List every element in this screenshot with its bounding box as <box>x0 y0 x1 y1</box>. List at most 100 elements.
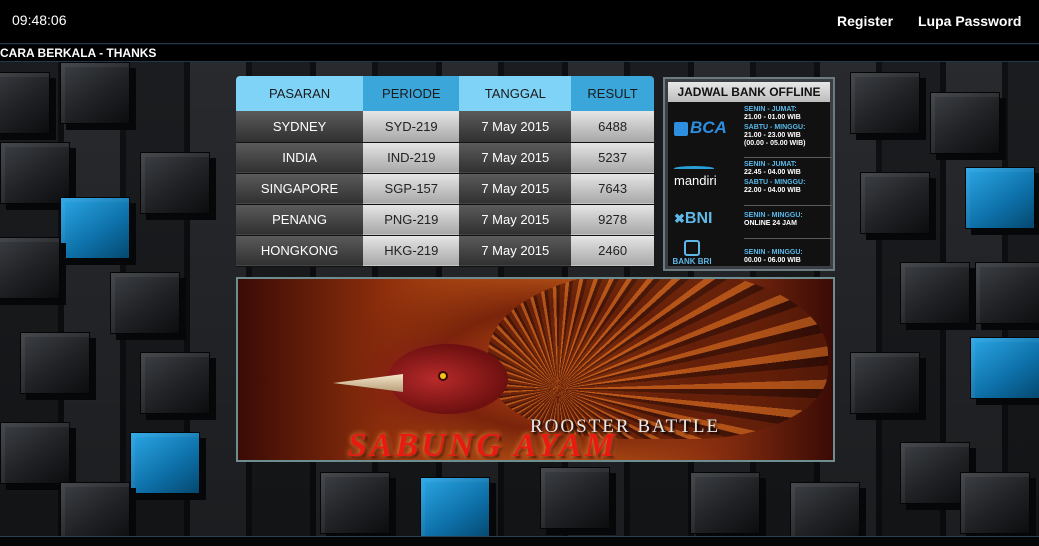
bca-logo-text: BCA <box>690 118 727 137</box>
bri-logo-icon: BANK BRI <box>672 240 712 266</box>
mandiri-hours: SENIN - JUMAT: 22.45 - 04.00 WIB SABTU -… <box>744 161 805 195</box>
rooster-beak-image <box>333 374 403 392</box>
background-cube <box>970 337 1039 399</box>
bank-row-bri: BANK BRI SENIN - MINGGU: 00.00 - 06.00 W… <box>668 240 830 268</box>
banner-title: SABUNG AYAM <box>348 427 619 462</box>
cell-tanggal: 7 May 2015 <box>459 173 572 205</box>
bank-time: (00.00 - 05.00 WIB) <box>744 140 806 147</box>
sabung-ayam-banner[interactable]: ROOSTER BATTLE SABUNG AYAM <box>236 277 835 462</box>
bank-day: SENIN - MINGGU: <box>744 249 803 256</box>
bca-hours: SENIN - JUMAT: 21.00 - 01.00 WIB SABTU -… <box>744 106 805 148</box>
bank-schedule-panel: JADWAL BANK OFFLINE BCA SENIN - JUMAT: 2… <box>663 77 835 271</box>
bank-divider <box>744 205 832 206</box>
cell-pasaran: SINGAPORE <box>236 173 364 205</box>
bank-day: SENIN - MINGGU: <box>744 212 803 219</box>
bank-day: SABTU - MINGGU: <box>744 179 806 186</box>
bca-logo-icon: BCA <box>674 118 727 138</box>
background-cube <box>860 172 930 234</box>
background-cube <box>140 352 210 414</box>
bank-day: SENIN - JUMAT: <box>744 106 797 113</box>
result-table: PASARAN PERIODE TANGGAL RESULT SYDNEY SY… <box>236 76 654 270</box>
rooster-eye-image <box>438 371 448 381</box>
footer-strip <box>0 536 1039 546</box>
background-cube <box>850 72 920 134</box>
bank-day: SABTU - MINGGU: <box>744 124 806 131</box>
bank-day: SENIN - JUMAT: <box>744 161 797 168</box>
cell-result: 6488 <box>571 111 654 143</box>
cell-periode: SYD-219 <box>363 111 460 143</box>
bank-time: 22.45 - 04.00 WIB <box>744 169 801 176</box>
background-cube <box>0 422 70 484</box>
bank-time: 21.00 - 23.00 WIB <box>744 132 801 139</box>
rooster-feathers-image <box>488 279 828 439</box>
bri-hours: SENIN - MINGGU: 00.00 - 06.00 WIB <box>744 249 803 265</box>
cell-result: 9278 <box>571 204 654 236</box>
cell-periode: IND-219 <box>363 142 460 174</box>
cell-tanggal: 7 May 2015 <box>459 142 572 174</box>
background-cube <box>130 432 200 494</box>
table-row: HONGKONG HKG-219 7 May 2015 2460 <box>236 235 654 267</box>
background-cube <box>900 262 970 324</box>
bank-time: 22.00 - 04.00 WIB <box>744 187 801 194</box>
background-cube <box>60 62 130 124</box>
background-cube <box>965 167 1035 229</box>
cell-result: 5237 <box>571 142 654 174</box>
bank-schedule-body: JADWAL BANK OFFLINE BCA SENIN - JUMAT: 2… <box>668 82 832 268</box>
mandiri-logo-icon: mandiri <box>674 166 717 188</box>
cell-result: 7643 <box>571 173 654 205</box>
column-header-result: RESULT <box>571 76 654 111</box>
bni-hours: SENIN - MINGGU: ONLINE 24 JAM <box>744 212 803 228</box>
cell-pasaran: SYDNEY <box>236 111 364 143</box>
table-row: SYDNEY SYD-219 7 May 2015 6488 <box>236 111 654 143</box>
table-row: SINGAPORE SGP-157 7 May 2015 7643 <box>236 173 654 205</box>
table-header-row: PASARAN PERIODE TANGGAL RESULT <box>236 76 654 111</box>
background-cube <box>420 477 490 539</box>
register-link[interactable]: Register <box>837 13 893 29</box>
bank-time: 21.00 - 01.00 WIB <box>744 114 801 121</box>
bank-row-bni: ✖BNI SENIN - MINGGU: ONLINE 24 JAM <box>668 208 830 236</box>
bni-logo-text: BNI <box>684 210 713 227</box>
bank-time: 00.00 - 06.00 WIB <box>744 257 801 264</box>
background-cube <box>540 467 610 529</box>
background-cube <box>690 472 760 534</box>
bri-logo-text: BANK BRI <box>672 257 712 266</box>
cell-tanggal: 7 May 2015 <box>459 235 572 267</box>
background-cube <box>790 482 860 544</box>
marquee-bar: CARA BERKALA - THANKS <box>0 45 1039 62</box>
lupa-password-link[interactable]: Lupa Password <box>918 13 1021 29</box>
cell-tanggal: 7 May 2015 <box>459 204 572 236</box>
top-bar: 09:48:06 Register Lupa Password <box>0 0 1039 44</box>
background-cube <box>0 237 60 299</box>
cell-pasaran: PENANG <box>236 204 364 236</box>
cell-periode: HKG-219 <box>363 235 460 267</box>
cell-pasaran: INDIA <box>236 142 364 174</box>
bank-row-bca: BCA SENIN - JUMAT: 21.00 - 01.00 WIB SAB… <box>668 104 830 154</box>
cell-tanggal: 7 May 2015 <box>459 111 572 143</box>
background-cube <box>975 262 1039 324</box>
bank-divider <box>744 157 832 158</box>
background-cube <box>0 142 70 204</box>
background-cube <box>60 482 130 544</box>
table-row: PENANG PNG-219 7 May 2015 9278 <box>236 204 654 236</box>
background-cube <box>960 472 1030 534</box>
rooster-head-image <box>388 344 508 414</box>
cell-result: 2460 <box>571 235 654 267</box>
cell-periode: SGP-157 <box>363 173 460 205</box>
bank-divider <box>744 238 832 239</box>
background-cube <box>60 197 130 259</box>
column-header-periode: PERIODE <box>363 76 460 111</box>
background-cube <box>320 472 390 534</box>
bank-row-mandiri: mandiri SENIN - JUMAT: 22.45 - 04.00 WIB… <box>668 160 830 202</box>
background-cube <box>110 272 180 334</box>
background-cube <box>930 92 1000 154</box>
mandiri-logo-text: mandiri <box>674 173 717 188</box>
background-cube <box>140 152 210 214</box>
background-cube <box>850 352 920 414</box>
cell-periode: PNG-219 <box>363 204 460 236</box>
cell-pasaran: HONGKONG <box>236 235 364 267</box>
clock: 09:48:06 <box>12 12 67 28</box>
column-header-tanggal: TANGGAL <box>459 76 572 111</box>
table-row: INDIA IND-219 7 May 2015 5237 <box>236 142 654 174</box>
bni-logo-icon: ✖BNI <box>674 210 713 227</box>
bank-schedule-title: JADWAL BANK OFFLINE <box>668 82 830 102</box>
